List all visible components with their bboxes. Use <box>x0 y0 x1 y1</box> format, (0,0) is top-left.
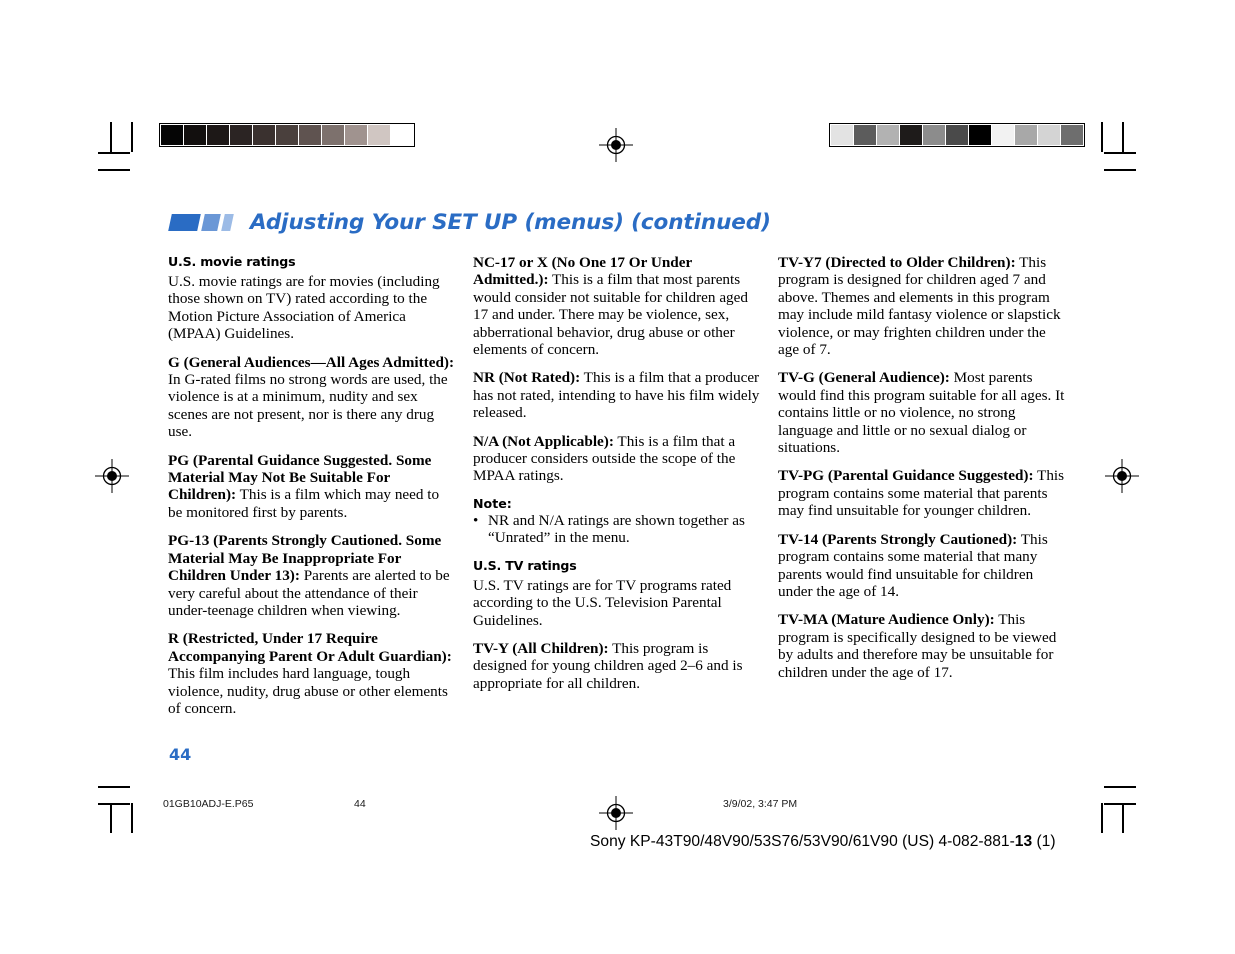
registration-mark-bottom-center <box>599 796 633 830</box>
calibration-right-swatch-7 <box>969 125 991 145</box>
rating-entry-r: R (Restricted, Under 17 Require Accompan… <box>168 630 455 717</box>
calibration-right-swatch-1 <box>831 125 853 145</box>
calibration-right-swatch-6 <box>946 125 968 145</box>
rating-entry-tv14: TV-14 (Parents Strongly Cautioned): This… <box>778 531 1065 601</box>
registration-mark-top-center <box>599 128 633 162</box>
rating-definition-g: In G-rated films no strong words are use… <box>168 371 448 441</box>
calibration-left-swatch-10 <box>368 125 390 145</box>
footer-model-line: Sony KP-43T90/48V90/53S76/53V90/61V90 (U… <box>590 833 1056 851</box>
rating-entry-na: N/A (Not Applicable): This is a film tha… <box>473 433 760 485</box>
crop-mark-top-right-horizontal-outer <box>1104 169 1136 171</box>
crop-mark-bottom-left-horizontal <box>98 803 130 805</box>
calibration-bar-left <box>159 123 415 147</box>
footer-model-revision: 13 <box>1014 833 1033 850</box>
calibration-left-swatch-2 <box>184 125 206 145</box>
section-heading-movie-ratings: U.S. movie ratings <box>168 254 296 269</box>
calibration-right-swatch-8 <box>992 125 1014 145</box>
rating-term-tvy7: TV-Y7 (Directed to Older Children): <box>778 254 1016 271</box>
page-title: Adjusting Your SET UP (menus) (continued… <box>168 210 771 235</box>
title-block-1 <box>168 214 201 231</box>
calibration-left-swatch-11 <box>391 125 413 145</box>
registration-mark-left-center <box>95 459 129 493</box>
footer-model-prefix: Sony KP-43T90/48V90/53S76/53V90/61V90 (U… <box>590 833 1015 850</box>
calibration-right-swatch-9 <box>1015 125 1037 145</box>
crop-mark-bottom-right-vertical-outer <box>1101 803 1103 833</box>
rating-entry-pg13: PG-13 (Parents Strongly Cautioned. Some … <box>168 532 455 619</box>
crop-mark-bottom-right-horizontal-outer <box>1104 786 1136 788</box>
crop-mark-top-right-vertical-outer <box>1101 122 1103 152</box>
crop-mark-top-left-horizontal <box>98 152 130 154</box>
crop-mark-top-left-vertical-outer <box>131 122 133 152</box>
rating-entry-nr: NR (Not Rated): This is a film that a pr… <box>473 369 760 421</box>
footer-model-suffix: (1) <box>1032 833 1056 850</box>
calibration-right-swatch-5 <box>923 125 945 145</box>
crop-mark-bottom-right-vertical <box>1122 803 1124 833</box>
calibration-right-swatch-11 <box>1061 125 1083 145</box>
rating-term-tvpg: TV-PG (Parental Guidance Suggested): <box>778 467 1034 485</box>
calibration-bar-right <box>829 123 1085 147</box>
calibration-left-swatch-8 <box>322 125 344 145</box>
rating-entry-tvpg: TV-PG (Parental Guidance Suggested): Thi… <box>778 467 1065 519</box>
crop-mark-top-right-vertical <box>1122 122 1124 152</box>
calibration-left-swatch-3 <box>207 125 229 145</box>
rating-definition-r: This film includes hard language, tough … <box>168 665 448 717</box>
footer-timestamp: 3/9/02, 3:47 PM <box>723 798 798 810</box>
content-column-3: TV-Y7 (Directed to Older Children): This… <box>778 254 1065 681</box>
rating-term-tvma: TV-MA (Mature Audience Only): <box>778 611 995 629</box>
crop-mark-top-right-horizontal <box>1104 152 1136 154</box>
calibration-right-swatch-2 <box>854 125 876 145</box>
footer-file-name: 01GB10ADJ-E.P65 <box>163 798 254 810</box>
rating-entry-nc17: NC-17 or X (No One 17 Or Under Admitted.… <box>473 254 760 358</box>
rating-entry-pg: PG (Parental Guidance Suggested. Some Ma… <box>168 452 455 522</box>
calibration-left-swatch-9 <box>345 125 367 145</box>
rating-entry-tvma: TV-MA (Mature Audience Only): This progr… <box>778 611 1065 681</box>
calibration-left-swatch-5 <box>253 125 275 145</box>
document-page: Adjusting Your SET UP (menus) (continued… <box>0 0 1235 954</box>
title-block-2 <box>201 214 221 231</box>
crop-mark-bottom-left-vertical <box>110 803 112 833</box>
calibration-left-swatch-1 <box>161 125 183 145</box>
bullet-marker-icon: • <box>473 511 479 529</box>
crop-mark-top-left-horizontal-outer <box>98 169 130 171</box>
rating-term-tvy: TV-Y (All Children): <box>473 639 609 657</box>
crop-mark-bottom-right-horizontal <box>1104 803 1136 805</box>
registration-mark-right-center <box>1105 459 1139 493</box>
note-bullet-text: NR and N/A ratings are shown together as… <box>488 511 745 547</box>
note-bullet-item: • NR and N/A ratings are shown together … <box>473 512 760 547</box>
section-heading-tv-ratings: U.S. TV ratings <box>473 557 577 573</box>
page-number: 44 <box>169 745 192 764</box>
rating-term-tvg: TV-G (General Audience): <box>778 369 950 387</box>
footer-page-marker: 44 <box>354 798 366 810</box>
note-heading: Note: <box>473 495 512 511</box>
calibration-left-swatch-6 <box>276 125 298 145</box>
rating-entry-tvy: TV-Y (All Children): This program is des… <box>473 640 760 692</box>
crop-mark-top-left-vertical <box>110 122 112 152</box>
calibration-right-swatch-4 <box>900 125 922 145</box>
title-block-3 <box>221 214 234 231</box>
rating-entry-g: G (General Audiences—All Ages Admitted):… <box>168 354 455 441</box>
crop-mark-bottom-left-horizontal-outer <box>98 786 130 788</box>
rating-term-r: R (Restricted, Under 17 Require Accompan… <box>168 630 452 665</box>
calibration-left-swatch-7 <box>299 125 321 145</box>
paragraph-movie-ratings-intro: U.S. movie ratings are for movies (inclu… <box>168 273 440 343</box>
rating-entry-tvy7: TV-Y7 (Directed to Older Children): This… <box>778 254 1065 358</box>
crop-mark-bottom-left-vertical-outer <box>131 803 133 833</box>
rating-entry-tvg: TV-G (General Audience): Most parents wo… <box>778 369 1065 456</box>
content-column-1: U.S. movie ratings U.S. movie ratings ar… <box>168 254 455 717</box>
calibration-right-swatch-10 <box>1038 125 1060 145</box>
rating-term-g: G (General Audiences—All Ages Admitted): <box>168 353 455 371</box>
calibration-left-swatch-4 <box>230 125 252 145</box>
rating-term-na: N/A (Not Applicable): <box>473 432 614 450</box>
rating-term-nr: NR (Not Rated): <box>473 369 581 387</box>
rating-term-tv14: TV-14 (Parents Strongly Cautioned): <box>778 530 1018 548</box>
content-column-2: NC-17 or X (No One 17 Or Under Admitted.… <box>473 254 760 692</box>
title-decoration-blocks <box>168 214 236 231</box>
paragraph-tv-ratings-intro: U.S. TV ratings are for TV programs rate… <box>473 576 732 629</box>
page-title-text: Adjusting Your SET UP (menus) (continued… <box>250 210 771 235</box>
calibration-right-swatch-3 <box>877 125 899 145</box>
